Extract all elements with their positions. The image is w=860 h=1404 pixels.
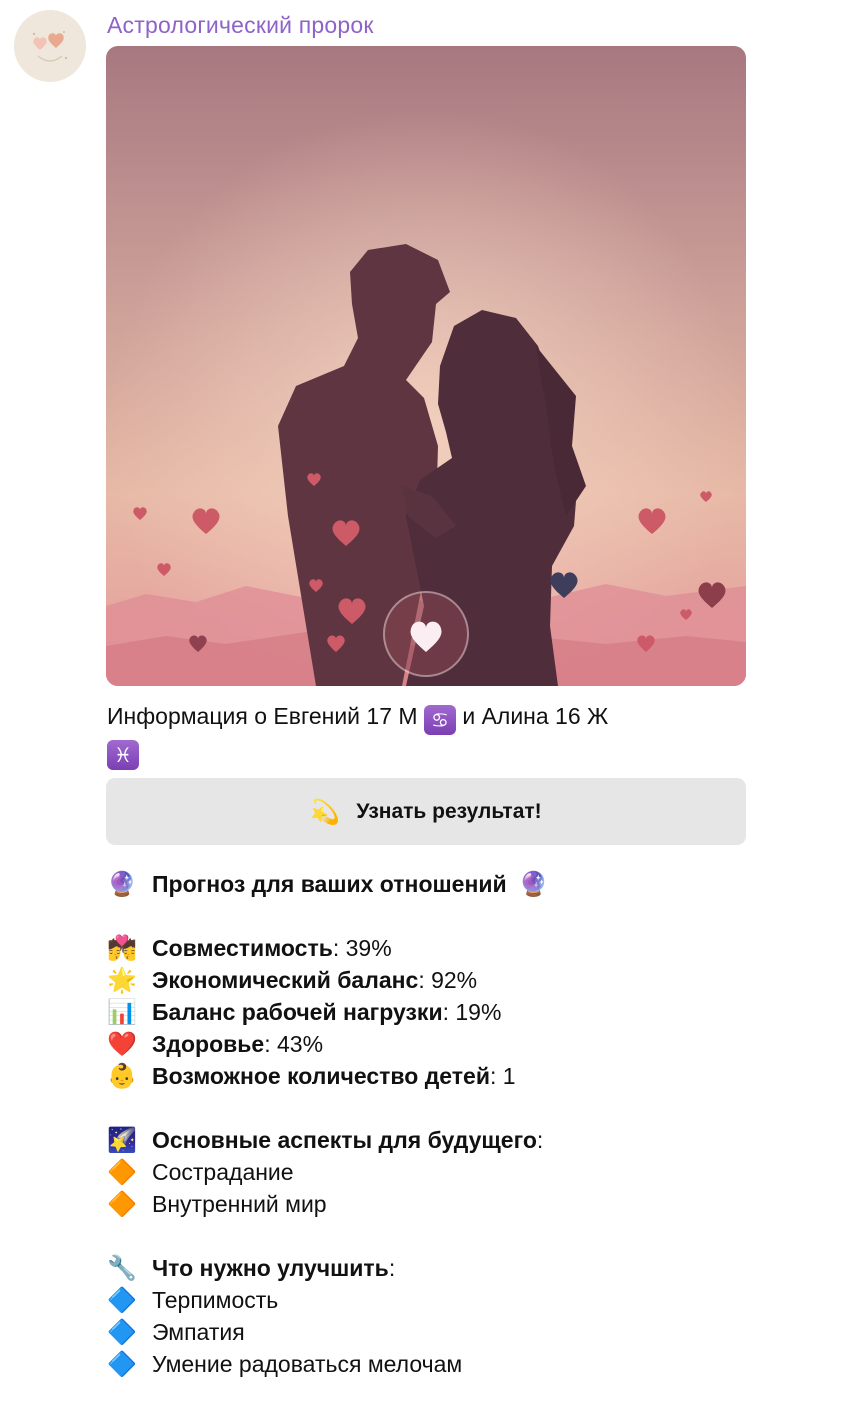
stat-value: : 39% bbox=[332, 935, 392, 961]
glowing-star-icon: 🌟 bbox=[107, 966, 137, 994]
stat-compatibility: 💏 Совместимость : 39% bbox=[107, 932, 807, 964]
channel-avatar[interactable] bbox=[14, 10, 86, 82]
bar-chart-icon: 📊 bbox=[107, 998, 137, 1026]
aspect-text: Сострадание bbox=[152, 1159, 294, 1185]
forecast-title: Прогноз для ваших отношений bbox=[152, 871, 507, 897]
improve-item: 🔷 Умение радоваться мелочам bbox=[107, 1348, 807, 1380]
dizzy-star-icon: 💫 bbox=[310, 797, 341, 826]
aspects-title: Основные аспекты для будущего bbox=[152, 1127, 537, 1153]
improve-title: Что нужно улучшить bbox=[152, 1255, 389, 1281]
stat-label: Экономический баланс bbox=[152, 967, 419, 993]
improve-title-line: 🔧 Что нужно улучшить : bbox=[107, 1252, 807, 1284]
improve-text: Терпимость bbox=[152, 1287, 279, 1313]
stat-label: Баланс рабочей нагрузки bbox=[152, 999, 443, 1025]
shooting-star-icon: 🌠 bbox=[107, 1126, 137, 1154]
improve-item: 🔷 Терпимость bbox=[107, 1284, 807, 1316]
info-middle: и Алина 16 Ж bbox=[462, 703, 609, 729]
stat-value: : 43% bbox=[264, 1031, 324, 1057]
blue-diamond-icon: 🔷 bbox=[107, 1318, 137, 1346]
get-result-label: Узнать результат! bbox=[356, 799, 542, 823]
stat-label: Здоровье bbox=[152, 1031, 265, 1057]
post-info-text: Информация о Евгений 17 М ♋ и Алина 16 Ж… bbox=[107, 700, 747, 770]
stat-label: Совместимость bbox=[152, 935, 333, 961]
improve-colon: : bbox=[388, 1255, 396, 1281]
get-result-button[interactable]: 💫 Узнать результат! bbox=[106, 778, 746, 845]
improve-text: Умение радоваться мелочам bbox=[152, 1351, 463, 1377]
pisces-sign-icon: ♓ bbox=[107, 740, 139, 770]
stat-workload-balance: 📊 Баланс рабочей нагрузки : 19% bbox=[107, 996, 807, 1028]
stat-value: : 1 bbox=[490, 1063, 516, 1089]
improve-item: 🔷 Эмпатия bbox=[107, 1316, 807, 1348]
couple-photo[interactable] bbox=[106, 46, 746, 686]
wrench-icon: 🔧 bbox=[107, 1254, 137, 1282]
orange-diamond-icon: 🔶 bbox=[107, 1158, 137, 1186]
stat-health: ❤️ Здоровье : 43% bbox=[107, 1028, 807, 1060]
hearts-logo-icon bbox=[14, 10, 86, 82]
stat-children: 👶 Возможное количество детей : 1 bbox=[107, 1060, 807, 1092]
stat-value: : 19% bbox=[442, 999, 502, 1025]
stat-economic-balance: 🌟 Экономический баланс : 92% bbox=[107, 964, 807, 996]
forecast-message: 🔮 Прогноз для ваших отношений 🔮 💏 Совмес… bbox=[107, 868, 807, 1380]
cancer-sign-icon: ♋ bbox=[423, 705, 456, 735]
orange-diamond-icon: 🔶 bbox=[107, 1190, 137, 1218]
aspect-item: 🔶 Сострадание bbox=[107, 1156, 807, 1188]
aspect-text: Внутренний мир bbox=[152, 1191, 327, 1217]
couple-silhouette-image bbox=[106, 46, 746, 686]
blue-diamond-icon: 🔷 bbox=[107, 1350, 137, 1378]
crystal-ball-icon: 🔮 bbox=[107, 870, 137, 898]
blue-diamond-icon: 🔷 bbox=[107, 1286, 137, 1314]
forecast-title-line: 🔮 Прогноз для ваших отношений 🔮 bbox=[107, 868, 807, 900]
improve-text: Эмпатия bbox=[152, 1319, 245, 1345]
info-prefix: Информация о Евгений 17 М bbox=[107, 703, 418, 729]
couple-kiss-icon: 💏 bbox=[107, 934, 137, 962]
red-heart-icon: ❤️ bbox=[107, 1030, 137, 1058]
crystal-ball-icon: 🔮 bbox=[518, 870, 549, 898]
stat-value: : 92% bbox=[418, 967, 478, 993]
sender-name[interactable]: Астрологический пророк bbox=[107, 12, 374, 39]
stat-label: Возможное количество детей bbox=[152, 1063, 490, 1089]
aspects-colon: : bbox=[536, 1127, 544, 1153]
baby-icon: 👶 bbox=[107, 1062, 137, 1090]
aspect-item: 🔶 Внутренний мир bbox=[107, 1188, 807, 1220]
aspects-title-line: 🌠 Основные аспекты для будущего : bbox=[107, 1124, 807, 1156]
